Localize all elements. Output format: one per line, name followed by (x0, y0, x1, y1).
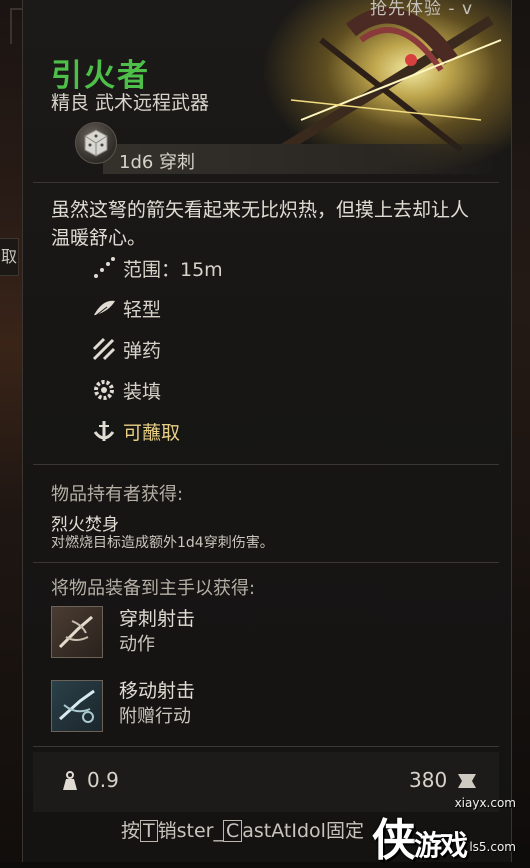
property-loading: 装填 (91, 375, 161, 405)
mainhand-section-heading: 将物品装备到主手以获得: (51, 578, 256, 599)
holder-section-heading: 物品持有者获得: (51, 484, 184, 505)
watermark-url-bottom: ls5.com (469, 840, 516, 854)
hint-key[interactable]: T (140, 820, 158, 842)
site-watermark: xiayx.com 侠游戏 ls5.com (370, 790, 530, 866)
divider (33, 746, 499, 747)
watermark-logo: 侠游戏 (372, 804, 468, 868)
action-name[interactable]: 移动射击 (119, 676, 195, 703)
action-type: 动作 (119, 634, 155, 655)
item-subtitle: 精良 武术远程武器 (51, 92, 210, 114)
watermark-logo-char: 侠 (372, 815, 416, 866)
property-ammo: 弹药 (91, 334, 161, 364)
coin-icon (455, 770, 479, 792)
divider (33, 182, 499, 183)
early-access-banner: 抢先体验 - v (370, 0, 474, 19)
watermark-logo-text: 游戏 (414, 829, 468, 862)
passive-description: 对燃烧目标造成额外1d4穿刺伤害。 (51, 535, 274, 551)
ammo-icon (91, 336, 117, 362)
property-label: 可蘸取 (123, 421, 181, 444)
hint-prefix: 按 (121, 820, 141, 842)
weight-icon (59, 770, 81, 792)
keybind-hint: 按 T 销ster_ CastAtIdol固定 (121, 816, 364, 843)
property-label: 装填 (123, 380, 162, 403)
left-side-tab[interactable]: 取 (0, 238, 19, 276)
property-dippable: 可蘸取 (91, 416, 180, 446)
property-light: 轻型 (91, 293, 161, 323)
hint-text: 销ster_ (157, 820, 223, 842)
item-tooltip: 引火者 精良 武术远程武器 1d6 穿刺 虽然这弩的箭矢看起来无比炽热，但摸上去… (22, 0, 512, 862)
hint-key-2[interactable]: C (222, 820, 243, 842)
property-label: 轻型 (123, 298, 162, 321)
feather-icon (91, 295, 117, 321)
item-weight: 0.9 (87, 768, 119, 792)
piercing-shot-icon[interactable] (51, 606, 103, 658)
action-name[interactable]: 穿刺射击 (119, 604, 195, 631)
dice-icon (75, 122, 117, 164)
action-type: 附赠行动 (119, 706, 191, 727)
background-scene-left (0, 0, 22, 862)
divider (33, 562, 499, 563)
range-icon (91, 255, 117, 281)
property-range: 范围：15m (91, 253, 223, 283)
item-price: 380 (409, 768, 448, 792)
damage-value: 1d6 穿刺 (119, 152, 196, 173)
background-scene-right (510, 0, 530, 862)
gear-icon (91, 377, 117, 403)
item-description: 虽然这弩的箭矢看起来无比炽热，但摸上去却让人温暖舒心。 (51, 199, 470, 249)
property-label: 弹药 (123, 339, 162, 362)
mobile-shot-icon[interactable] (51, 680, 103, 732)
left-side-tab-label: 取 (0, 247, 17, 266)
hint-text-2: astAtIdol固定 (242, 820, 364, 842)
divider (33, 464, 499, 465)
property-label: 范围：15m (123, 258, 223, 281)
dip-icon (91, 418, 117, 444)
